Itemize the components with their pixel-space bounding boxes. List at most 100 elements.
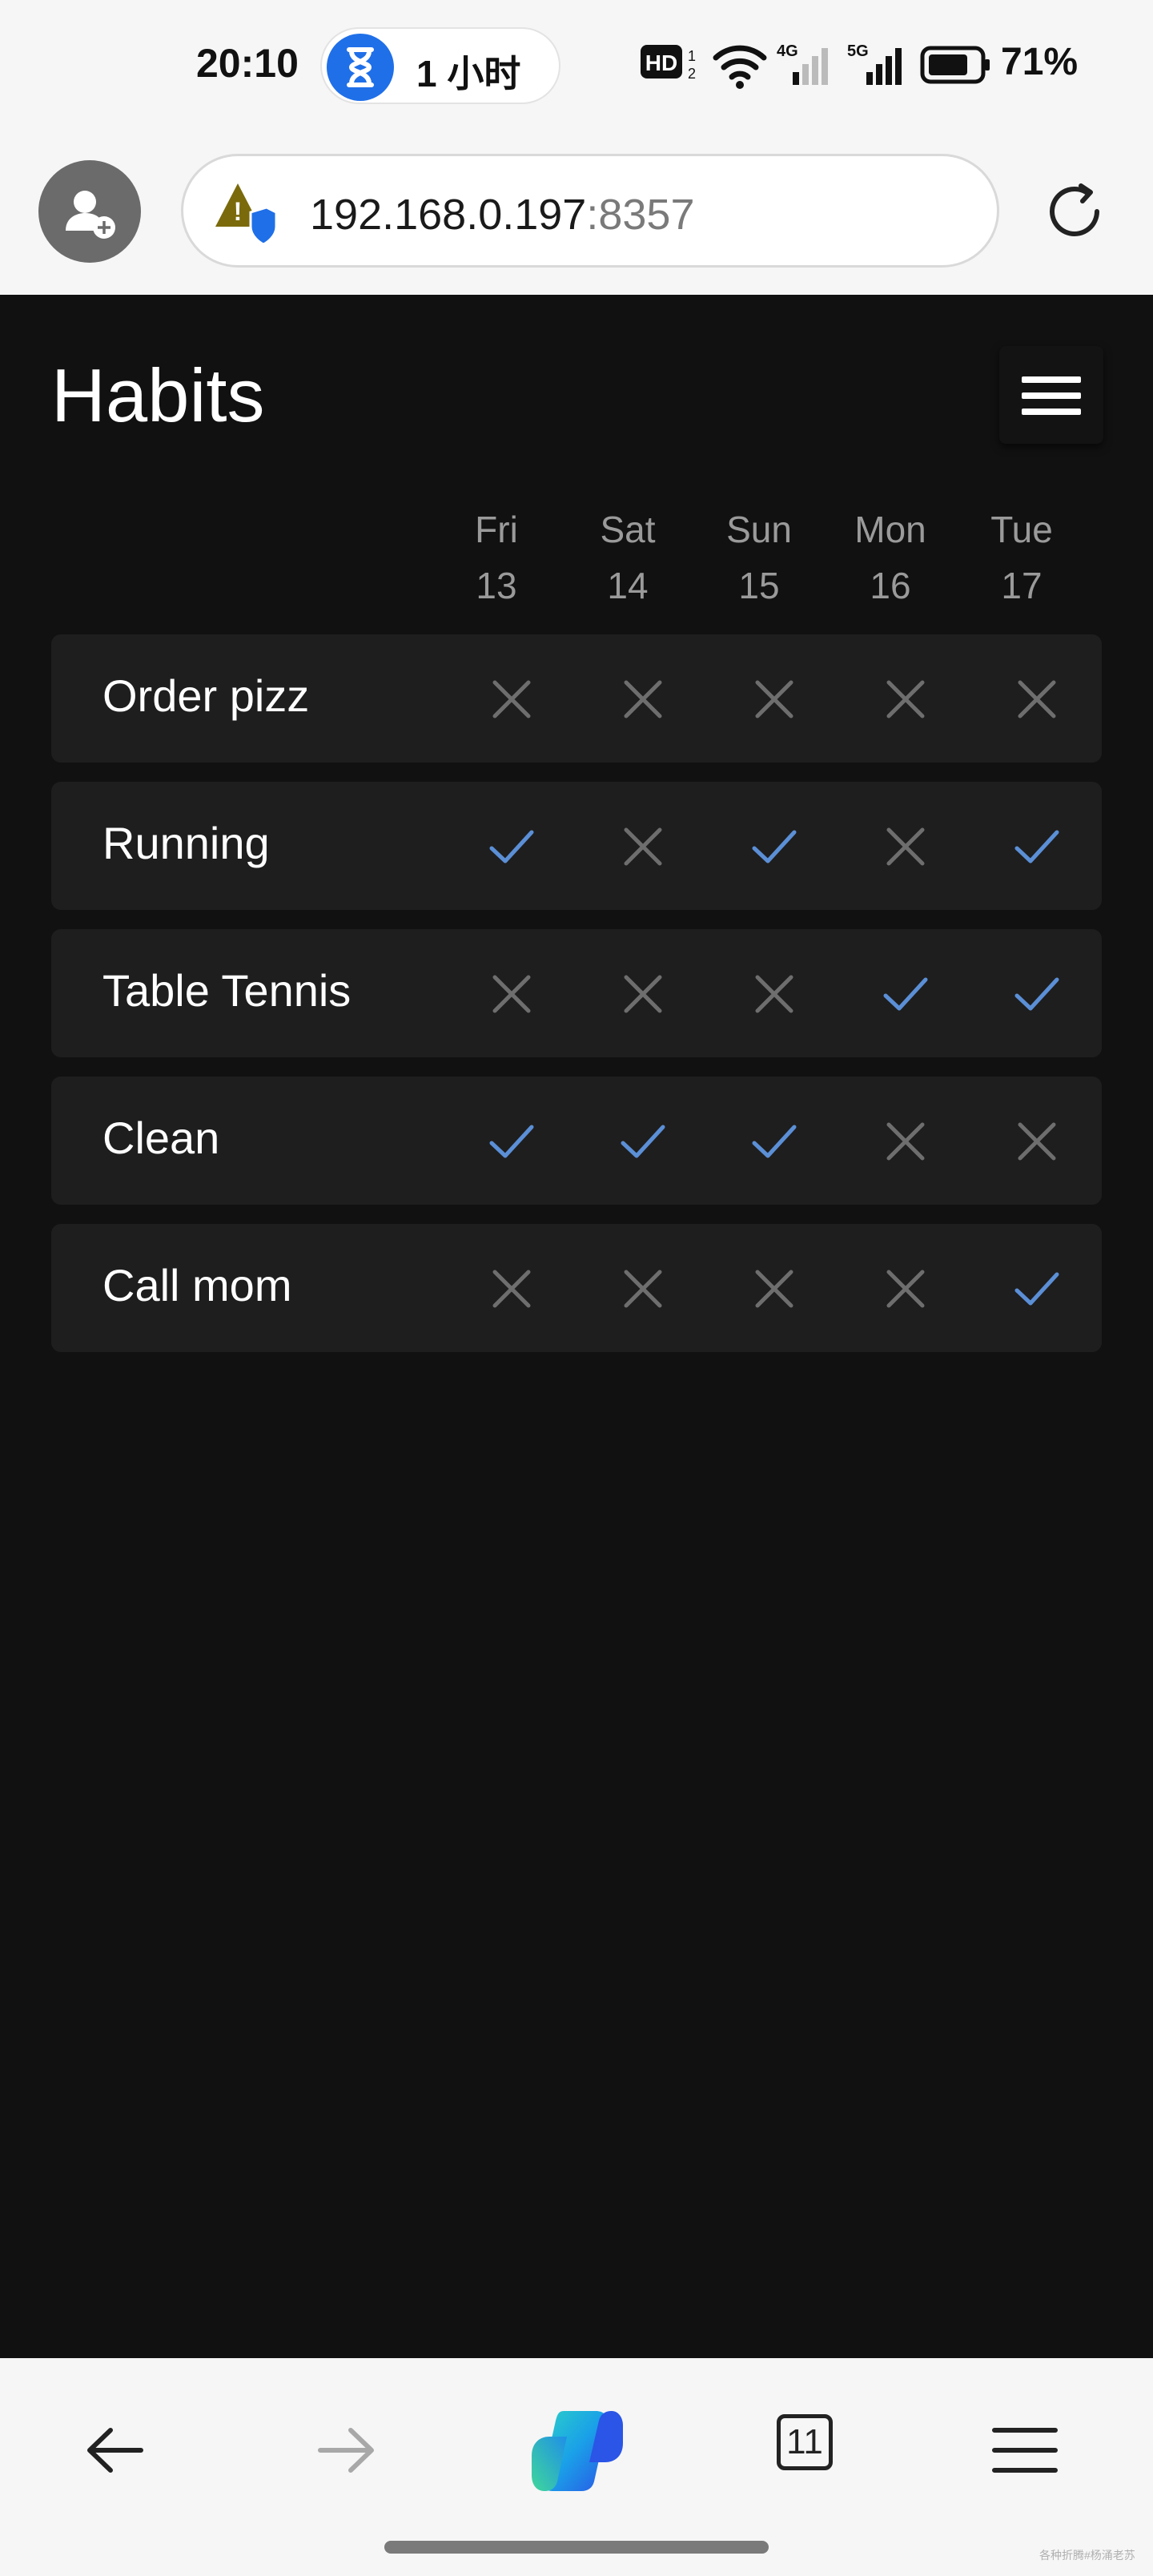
cross-icon <box>1018 1122 1056 1161</box>
signal-5g-icon: 5G <box>846 37 906 93</box>
arrow-right-icon <box>318 2428 374 2473</box>
add-profile-icon <box>66 191 115 239</box>
habit-row[interactable]: Call mom <box>51 1224 1102 1352</box>
day-header: Sat 14 <box>580 501 676 614</box>
habit-row[interactable]: Order pizz <box>51 634 1102 763</box>
habit-cell[interactable] <box>870 1105 942 1177</box>
habit-cell[interactable] <box>1001 811 1073 883</box>
reload-button[interactable] <box>1038 175 1111 248</box>
habit-row[interactable]: Table Tennis <box>51 929 1102 1057</box>
check-icon <box>752 830 797 863</box>
arrow-left-icon <box>87 2428 143 2473</box>
cross-icon <box>1018 680 1056 718</box>
habit-cell[interactable] <box>870 811 942 883</box>
cross-icon <box>624 680 662 718</box>
habit-cell[interactable] <box>1001 663 1073 735</box>
day-date: 13 <box>476 565 517 606</box>
habit-cell[interactable] <box>607 958 679 1030</box>
habit-cell[interactable] <box>738 811 810 883</box>
security-warning-icon[interactable]: ! <box>214 180 278 248</box>
day-name: Sun <box>726 509 792 550</box>
day-date: 17 <box>1001 565 1043 606</box>
habit-row[interactable]: Clean <box>51 1077 1102 1205</box>
cross-icon <box>755 1270 793 1308</box>
hd-label: HD <box>645 50 677 75</box>
url-text[interactable]: 192.168.0.197:8357 <box>310 190 694 239</box>
signal-4g-icon: 4G <box>775 37 833 93</box>
check-icon <box>489 1125 534 1158</box>
screen-time-label: 1 小时 <box>416 53 521 95</box>
url-host: 192.168.0.197 <box>310 191 587 239</box>
back-button[interactable] <box>72 2406 160 2494</box>
habit-cell[interactable] <box>607 1253 679 1325</box>
check-icon <box>489 830 534 863</box>
check-icon <box>1014 977 1059 1011</box>
battery-icon <box>919 37 993 93</box>
copilot-icon <box>532 2411 623 2491</box>
forward-button[interactable] <box>301 2406 389 2494</box>
habit-cell[interactable] <box>476 663 548 735</box>
habit-cell[interactable] <box>607 663 679 735</box>
habit-name[interactable]: Table Tennis <box>102 964 351 1016</box>
address-bar[interactable]: ! 192.168.0.197:8357 <box>181 154 999 268</box>
cross-icon <box>624 827 662 866</box>
habit-cell[interactable] <box>607 1105 679 1177</box>
habit-cell[interactable] <box>870 958 942 1030</box>
day-name: Tue <box>990 509 1053 550</box>
page-title: Habits <box>51 353 265 437</box>
wifi-icon <box>711 37 769 93</box>
watermark-text: 各种折腾#杨涌老苏 <box>1039 2549 1135 2562</box>
habit-name[interactable]: Running <box>102 817 270 869</box>
habit-cell[interactable] <box>1001 1253 1073 1325</box>
habit-cell[interactable] <box>870 663 942 735</box>
home-indicator[interactable] <box>384 2541 769 2554</box>
habit-cell[interactable] <box>476 1253 548 1325</box>
check-icon <box>883 977 928 1011</box>
screen-time-pill[interactable]: 1 小时 <box>320 27 560 104</box>
hourglass-icon <box>327 34 394 101</box>
habit-cell[interactable] <box>607 811 679 883</box>
cross-icon <box>886 1270 925 1308</box>
menu-icon-bar <box>1022 409 1081 415</box>
hamburger-menu-button[interactable] <box>999 346 1103 444</box>
habit-name[interactable]: Call mom <box>102 1259 291 1311</box>
cross-icon <box>886 680 925 718</box>
habit-cell[interactable] <box>738 663 810 735</box>
habit-cell[interactable] <box>476 1105 548 1177</box>
signal-4g-label: 4G <box>777 42 798 60</box>
svg-text:!: ! <box>234 197 243 226</box>
habit-cell[interactable] <box>1001 1105 1073 1177</box>
url-port: :8357 <box>586 191 695 239</box>
copilot-button[interactable] <box>525 2398 629 2502</box>
day-name: Sat <box>600 509 656 550</box>
habit-cell[interactable] <box>738 958 810 1030</box>
check-icon <box>621 1125 665 1158</box>
habits-page: Habits Fri 13 Sat 14 Sun 15 Mon 16 Tue 1… <box>0 295 1153 2358</box>
profile-avatar[interactable] <box>38 160 141 263</box>
day-date: 15 <box>738 565 780 606</box>
svg-text:1: 1 <box>688 48 696 64</box>
menu-icon-bar <box>1022 392 1081 399</box>
tabs-button[interactable]: 11 <box>777 2414 865 2502</box>
habit-cell[interactable] <box>476 958 548 1030</box>
cross-icon <box>886 1122 925 1161</box>
battery-percent: 71% <box>1001 41 1079 83</box>
habit-cell[interactable] <box>738 1105 810 1177</box>
browser-menu-button[interactable] <box>980 2406 1068 2494</box>
habit-cell[interactable] <box>738 1253 810 1325</box>
day-date: 14 <box>607 565 649 606</box>
day-name: Mon <box>854 509 926 550</box>
check-icon <box>752 1125 797 1158</box>
day-header: Fri 13 <box>448 501 544 614</box>
cross-icon <box>492 1270 531 1308</box>
reload-icon <box>1050 183 1099 236</box>
habit-cell[interactable] <box>870 1253 942 1325</box>
habit-cell[interactable] <box>1001 958 1073 1030</box>
habit-row[interactable]: Running <box>51 782 1102 910</box>
habit-name[interactable]: Clean <box>102 1112 219 1164</box>
menu-icon-bar <box>1022 376 1081 383</box>
cross-icon <box>886 827 925 866</box>
check-icon <box>1014 1272 1059 1306</box>
habit-cell[interactable] <box>476 811 548 883</box>
habit-name[interactable]: Order pizz <box>102 670 309 722</box>
